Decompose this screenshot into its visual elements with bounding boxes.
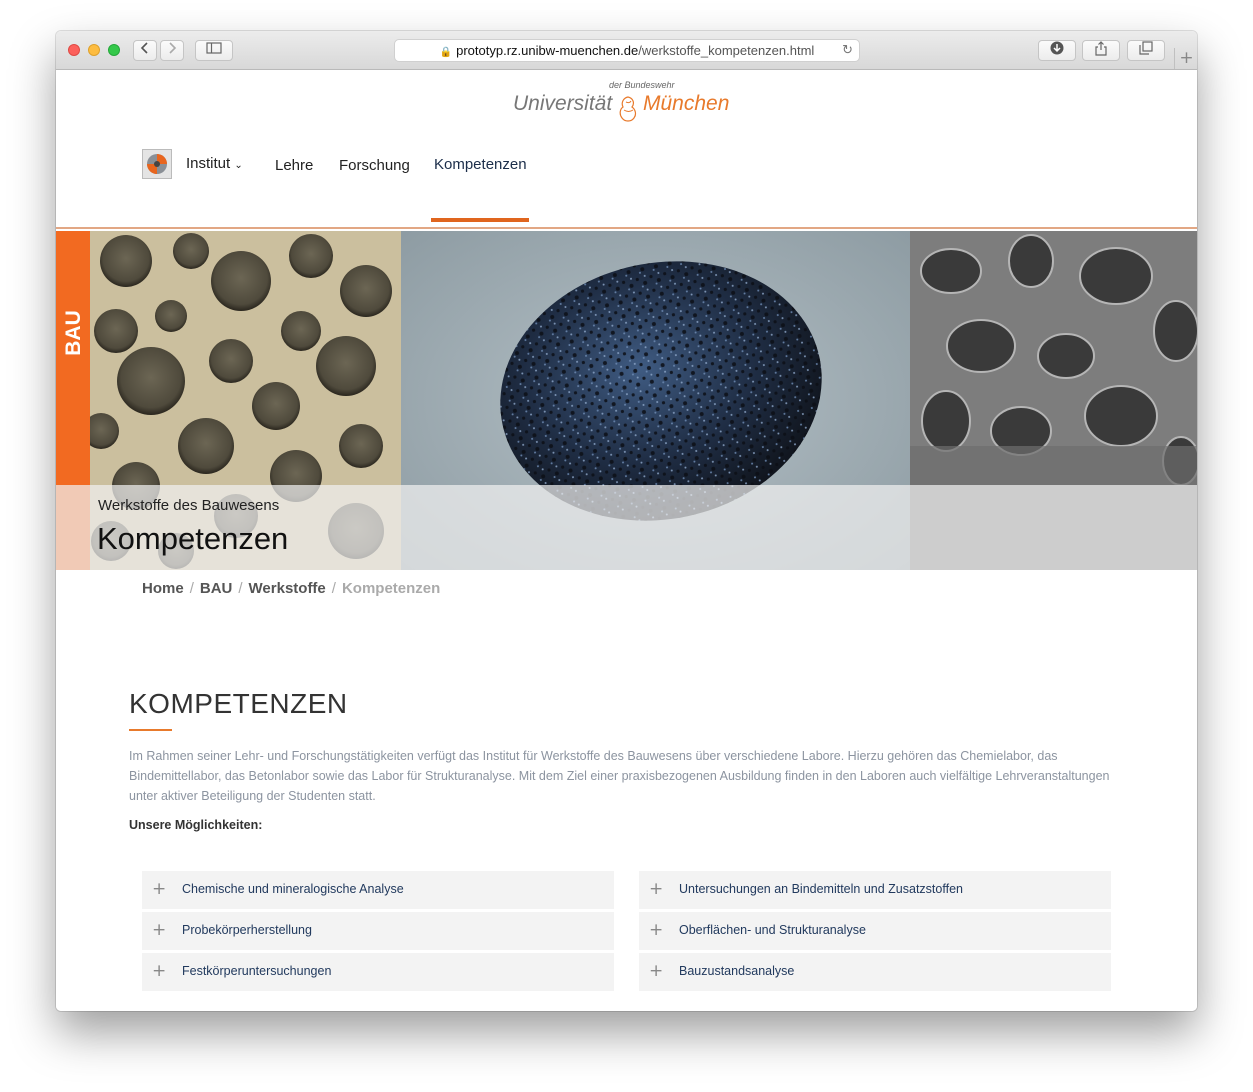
web-page: der Bundeswehr Universität München Insti… (56, 70, 1197, 1011)
reload-icon[interactable]: ↻ (842, 40, 853, 61)
close-window-button[interactable] (68, 44, 80, 56)
download-icon (1050, 41, 1064, 55)
accordion-label: Bauzustandsanalyse (679, 964, 795, 978)
accordion-label: Probekörperherstellung (182, 923, 312, 937)
browser-window: 🔒 prototyp.rz.unibw-muenchen.de/werkstoff… (56, 31, 1197, 1011)
breadcrumb-bau[interactable]: BAU (200, 580, 233, 597)
accordion-label: Oberflächen- und Strukturanalyse (679, 923, 866, 937)
accordion-item-oberflaechen[interactable]: + Oberflächen- und Strukturanalyse (639, 912, 1111, 950)
sidebar-toggle-button[interactable] (195, 40, 233, 61)
university-logo[interactable]: der Bundeswehr Universität München (513, 78, 733, 124)
nav-item-kompetenzen[interactable]: Kompetenzen (434, 156, 527, 173)
accordion-item-festkoerper[interactable]: + Festkörperuntersuchungen (142, 953, 614, 991)
url-path: /werkstoffe_kompetenzen.html (638, 43, 815, 58)
breadcrumb-current: Kompetenzen (341, 580, 441, 597)
url-host: prototyp.rz.unibw-muenchen.de (456, 43, 639, 58)
chevron-right-icon (169, 42, 177, 54)
section-heading: KOMPETENZEN (129, 688, 348, 719)
hero-subtitle: Werkstoffe des Bauwesens (98, 497, 280, 514)
nav-divider (56, 227, 1197, 229)
zoom-window-button[interactable] (108, 44, 120, 56)
plus-icon: + (152, 920, 167, 940)
plus-icon: + (152, 961, 167, 981)
plus-icon: + (152, 879, 167, 899)
nav-item-institut[interactable]: Institut ⌄ (186, 155, 243, 172)
breadcrumb: Home / BAU / Werkstoffe / Kompetenzen (142, 580, 441, 597)
back-button[interactable] (133, 40, 157, 61)
minimize-window-button[interactable] (88, 44, 100, 56)
minerva-emblem-icon (619, 96, 637, 122)
accordion-label: Untersuchungen an Bindemitteln und Zusat… (679, 882, 963, 896)
sidebar-icon (206, 42, 222, 54)
chevron-down-icon: ⌄ (234, 160, 243, 171)
new-tab-icon[interactable]: + (1174, 48, 1197, 69)
share-button[interactable] (1082, 40, 1120, 61)
share-icon (1095, 41, 1107, 56)
accordion-item-bauzustand[interactable]: + Bauzustandsanalyse (639, 953, 1111, 991)
accordion-item-chemische-analyse[interactable]: + Chemische und mineralogische Analyse (142, 871, 614, 909)
accordion-label: Festkörperuntersuchungen (182, 964, 332, 978)
plus-icon: + (649, 879, 664, 899)
logo-text-left: Universität (513, 92, 613, 115)
possibilities-label: Unsere Möglichkeiten: (129, 818, 263, 832)
address-bar[interactable]: 🔒 prototyp.rz.unibw-muenchen.de/werkstoff… (394, 39, 860, 62)
plus-icon: + (649, 961, 664, 981)
plus-icon: + (649, 920, 664, 940)
nav-item-forschung[interactable]: Forschung (339, 157, 410, 174)
active-nav-indicator (431, 218, 529, 222)
accordion-label: Chemische und mineralogische Analyse (182, 882, 404, 896)
downloads-button[interactable] (1038, 40, 1076, 61)
breadcrumb-home[interactable]: Home (142, 580, 184, 597)
chevron-left-icon (140, 42, 148, 54)
section-tab-label: BAU (62, 310, 85, 356)
logo-subtitle: der Bundeswehr (609, 80, 675, 90)
logo-text-right: München (643, 92, 730, 115)
institute-emblem-icon[interactable] (142, 149, 172, 179)
intro-paragraph: Im Rahmen seiner Lehr- und Forschungstät… (129, 749, 1110, 803)
lock-icon: 🔒 (439, 47, 453, 58)
accordion-item-bindemittel[interactable]: + Untersuchungen an Bindemitteln und Zus… (639, 871, 1111, 909)
browser-titlebar: 🔒 prototyp.rz.unibw-muenchen.de/werkstoff… (56, 31, 1197, 70)
nav-item-lehre[interactable]: Lehre (275, 157, 313, 174)
heading-underline (129, 729, 172, 731)
accordion-item-probekoerper[interactable]: + Probekörperherstellung (142, 912, 614, 950)
tabs-icon (1139, 41, 1153, 55)
breadcrumb-werkstoffe[interactable]: Werkstoffe (249, 580, 326, 597)
forward-button[interactable] (160, 40, 184, 61)
hero-title: Kompetenzen (97, 521, 289, 556)
tabs-overview-button[interactable] (1127, 40, 1165, 61)
